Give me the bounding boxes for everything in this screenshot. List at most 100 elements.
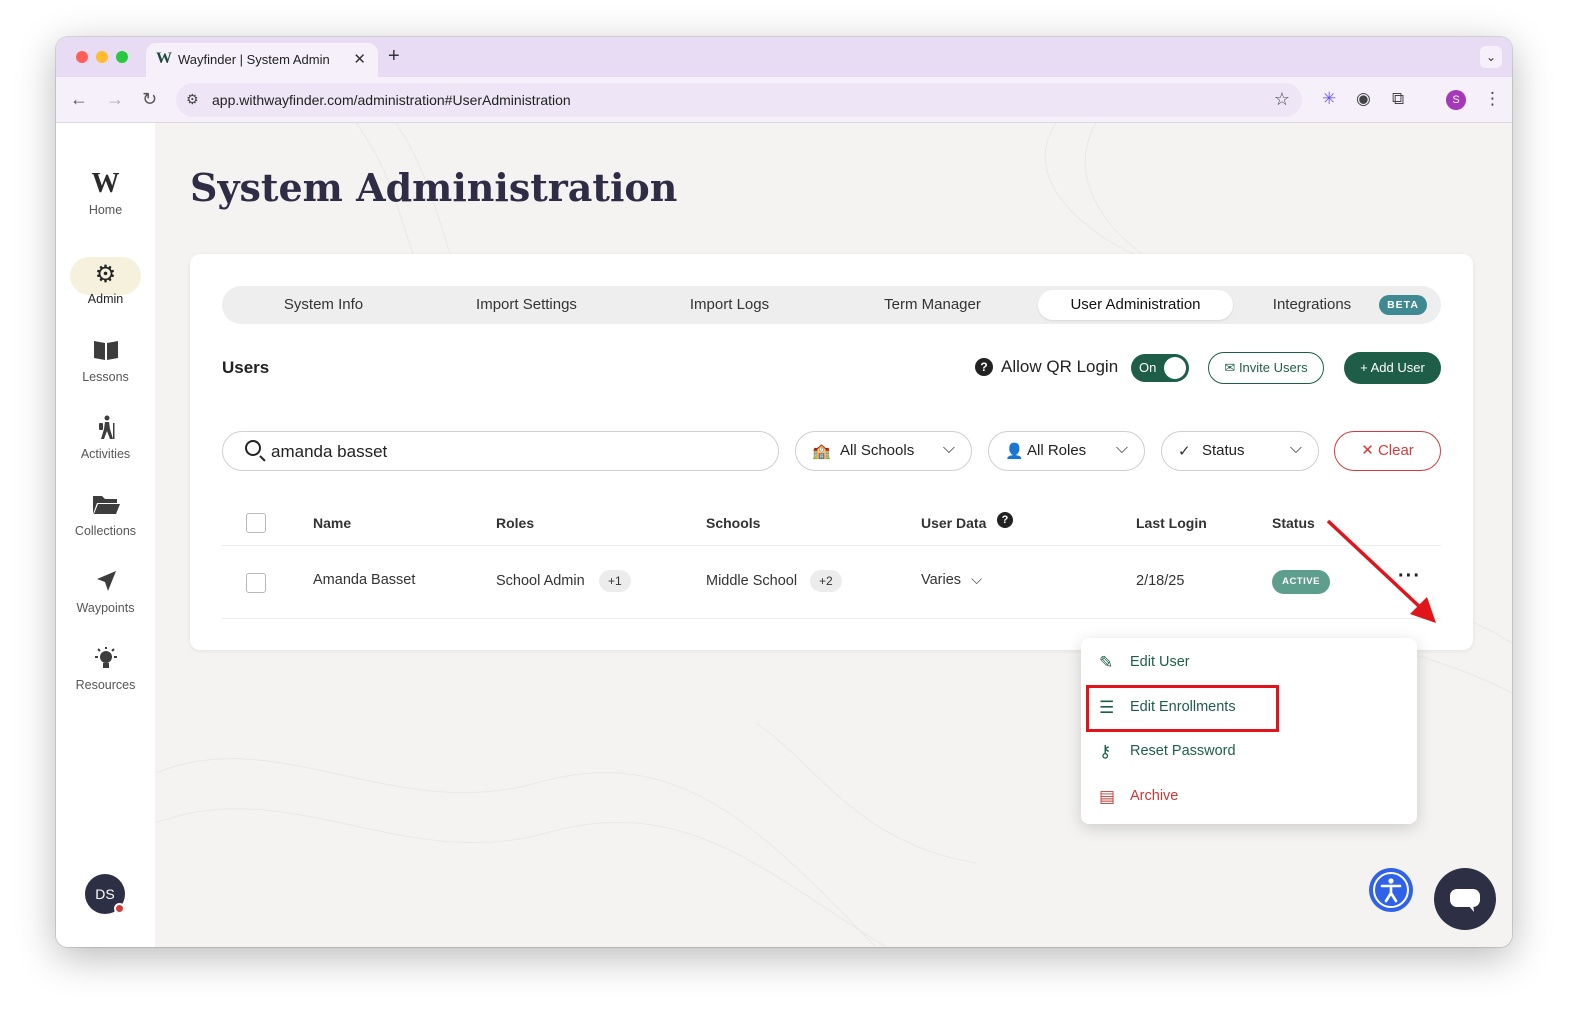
minimize-window-button[interactable] <box>96 51 108 63</box>
annotation-highlight-box <box>1086 685 1279 732</box>
tab-integrations[interactable]: Integrations <box>1237 286 1387 324</box>
search-field[interactable] <box>222 431 779 471</box>
status-filter-dropdown[interactable]: ✓ Status ⌵ <box>1161 431 1319 471</box>
column-header-schools[interactable]: Schools <box>706 515 760 531</box>
users-section-title: Users <box>222 358 270 377</box>
new-tab-plus-icon[interactable]: + <box>388 45 400 68</box>
annotation-arrow <box>1326 519 1436 623</box>
roles-filter-label: All Roles <box>1027 442 1087 459</box>
notification-dot <box>114 903 125 914</box>
sidebar-item-admin[interactable]: ⚙ Admin <box>56 260 155 306</box>
sidebar-item-waypoints[interactable]: Waypoints <box>56 569 155 615</box>
extensions-puzzle-icon[interactable]: ⧉ <box>1392 89 1404 109</box>
tab-system-info[interactable]: System Info <box>222 286 425 324</box>
search-icon <box>245 440 261 456</box>
user-role: School Admin <box>496 573 585 589</box>
forward-arrow-icon[interactable]: → <box>106 89 124 110</box>
key-icon: ⚷ <box>1099 742 1112 761</box>
extension-badge-icon[interactable]: ◉ <box>1356 89 1371 109</box>
tab-import-settings[interactable]: Import Settings <box>425 286 628 324</box>
user-data-dropdown[interactable]: Varies ⌵ <box>921 572 982 588</box>
clear-filters-button[interactable]: ✕ Clear <box>1334 431 1441 471</box>
toggle-state-label: On <box>1139 360 1157 375</box>
roles-filter-dropdown[interactable]: 👤 All Roles ⌵ <box>988 431 1145 471</box>
select-all-checkbox[interactable] <box>246 513 266 533</box>
book-icon <box>56 338 155 368</box>
browser-tab[interactable]: W Wayfinder | System Admin ✕ <box>146 43 378 77</box>
check-circle-icon: ✓ <box>1178 443 1191 460</box>
menu-item-label: Edit User <box>1130 654 1190 670</box>
menu-item-edit-user[interactable]: ✎ Edit User <box>1099 649 1389 679</box>
reload-icon[interactable]: ↻ <box>142 89 157 110</box>
add-user-button[interactable]: + Add User <box>1344 352 1441 384</box>
app-sidebar: W Home ⚙ Admin Lessons Activities Collec… <box>56 123 155 947</box>
browser-menu-icon[interactable]: ⋮ <box>1484 89 1501 109</box>
sidebar-item-lessons[interactable]: Lessons <box>56 338 155 384</box>
role-extra-count-chip[interactable]: +1 <box>599 570 631 592</box>
help-question-icon[interactable]: ? <box>997 512 1013 528</box>
sidebar-item-activities[interactable]: Activities <box>56 415 155 461</box>
chevron-down-icon: ⌵ <box>1289 440 1302 457</box>
accessibility-button[interactable] <box>1369 868 1413 912</box>
site-settings-icon[interactable]: ⚙ <box>186 91 199 108</box>
invite-users-label: Invite Users <box>1238 360 1308 375</box>
status-filter-label: Status <box>1202 442 1245 459</box>
close-icon[interactable]: ✕ <box>353 50 366 68</box>
accessibility-person-icon <box>1373 872 1409 908</box>
column-header-status[interactable]: Status <box>1272 515 1315 531</box>
clear-label: Clear <box>1377 442 1414 459</box>
user-school: Middle School <box>706 573 798 589</box>
sidebar-item-label: Waypoints <box>76 601 135 615</box>
toggle-knob <box>1164 357 1186 379</box>
profile-avatar[interactable]: S <box>1446 90 1466 110</box>
user-data-value: Varies <box>921 572 962 588</box>
navigation-arrow-icon <box>56 569 155 599</box>
plus-icon: + <box>1360 360 1368 375</box>
gear-icon: ⚙ <box>94 261 117 288</box>
url-text[interactable]: app.withwayfinder.com/administration#Use… <box>212 92 571 108</box>
extension-sparkle-icon[interactable]: ✳ <box>1322 89 1336 109</box>
column-header-name[interactable]: Name <box>313 515 351 531</box>
person-icon: 👤 <box>1005 443 1024 460</box>
help-question-icon[interactable]: ? <box>975 358 993 376</box>
page-title: System Administration <box>190 165 678 210</box>
chevron-down-icon: ⌵ <box>971 572 983 588</box>
pencil-icon: ✎ <box>1099 653 1114 672</box>
wayfinder-logo-icon: W <box>91 168 120 199</box>
wayfinder-favicon-icon: W <box>156 50 172 67</box>
search-input[interactable] <box>271 441 751 463</box>
user-name[interactable]: Amanda Basset <box>313 572 415 588</box>
invite-users-button[interactable]: ✉ Invite Users <box>1208 352 1324 384</box>
address-bar[interactable]: ⚙ app.withwayfinder.com/administration#U… <box>176 83 1302 117</box>
chat-button[interactable] <box>1434 868 1496 930</box>
row-checkbox[interactable] <box>246 573 266 593</box>
close-window-button[interactable] <box>76 51 88 63</box>
back-arrow-icon[interactable]: ← <box>70 89 88 110</box>
school-building-icon: 🏫 <box>812 443 831 460</box>
qr-login-toggle[interactable]: On <box>1131 354 1189 382</box>
tab-term-manager[interactable]: Term Manager <box>831 286 1034 324</box>
column-header-roles[interactable]: Roles <box>496 515 534 531</box>
maximize-window-button[interactable] <box>116 51 128 63</box>
sidebar-item-collections[interactable]: Collections <box>56 492 155 538</box>
sidebar-item-resources[interactable]: Resources <box>56 646 155 692</box>
sidebar-item-home[interactable]: W Home <box>56 168 155 218</box>
tab-import-logs[interactable]: Import Logs <box>628 286 831 324</box>
menu-item-reset-password[interactable]: ⚷ Reset Password <box>1099 738 1389 768</box>
browser-tab-strip: W Wayfinder | System Admin ✕ + ⌄ <box>56 37 1512 77</box>
column-header-user-data[interactable]: User Data <box>921 515 986 531</box>
school-extra-count-chip[interactable]: +2 <box>810 570 842 592</box>
archive-box-icon: ▤ <box>1099 787 1116 806</box>
menu-item-label: Archive <box>1130 788 1179 804</box>
envelope-icon: ✉ <box>1224 360 1236 375</box>
menu-item-label: Reset Password <box>1130 743 1236 759</box>
column-header-last-login[interactable]: Last Login <box>1136 515 1207 531</box>
sidebar-item-label: Admin <box>87 292 124 306</box>
schools-filter-dropdown[interactable]: 🏫 All Schools ⌵ <box>795 431 972 471</box>
last-login-date: 2/18/25 <box>1136 573 1185 589</box>
bookmark-star-icon[interactable]: ☆ <box>1274 89 1290 110</box>
tab-search-chevron-down-icon[interactable]: ⌄ <box>1480 46 1502 68</box>
browser-toolbar: ← → ↻ ⚙ app.withwayfinder.com/administra… <box>56 77 1512 123</box>
menu-item-archive[interactable]: ▤ Archive <box>1099 783 1389 813</box>
tab-user-administration[interactable]: User Administration <box>1038 290 1233 320</box>
